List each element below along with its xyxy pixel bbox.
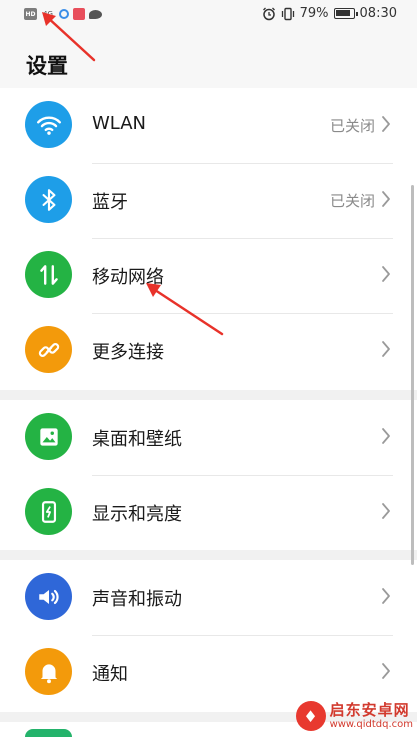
alarm-icon <box>262 7 275 20</box>
settings-item-mobile-network[interactable]: 移动网络 <box>0 238 417 313</box>
settings-item-label: 移动网络 <box>92 267 164 288</box>
watermark-logo-icon: ♦ <box>295 701 326 731</box>
chevron-right-icon <box>382 266 390 282</box>
wallpaper-icon <box>25 413 72 460</box>
watermark-text: 启东安卓网 www.qidtdq.com <box>329 700 413 730</box>
chevron-right-icon <box>382 191 390 207</box>
battery-percent: 79% <box>299 6 329 21</box>
settings-item-home-wallpaper[interactable]: 桌面和壁纸 <box>0 400 417 475</box>
settings-item-bluetooth[interactable]: 蓝牙 已关闭 <box>0 163 417 238</box>
link-icon <box>25 326 72 373</box>
page-title: 设置 <box>26 54 68 78</box>
settings-item-display-brightness[interactable]: 显示和亮度 <box>0 475 417 550</box>
status-icons-left: HD 4G <box>24 8 102 20</box>
signal-icon: 4G <box>43 10 53 18</box>
chevron-right-icon <box>382 663 390 679</box>
watermark-url: www.qidtdq.com <box>329 718 413 730</box>
settings-group-sound-notification: 声音和振动 通知 <box>0 560 417 712</box>
settings-item-more-connections[interactable]: 更多连接 <box>0 313 417 388</box>
app-notification-icon <box>59 9 69 19</box>
display-icon <box>25 488 72 535</box>
next-item-icon <box>25 729 72 737</box>
clock: 08:30 <box>359 6 397 21</box>
page-header: 设置 <box>0 30 417 88</box>
settings-item-status: 已关闭 <box>329 192 375 210</box>
status-icons-right: 79% 08:30 <box>262 6 397 21</box>
wifi-icon <box>25 101 72 148</box>
settings-item-label: 通知 <box>92 664 128 685</box>
settings-item-sound-vibration[interactable]: 声音和振动 <box>0 560 417 635</box>
chevron-right-icon <box>382 503 390 519</box>
app-notification-icon <box>73 8 85 20</box>
settings-item-wlan[interactable]: WLAN 已关闭 <box>0 88 417 163</box>
chat-notification-icon <box>89 9 102 19</box>
settings-item-label: 桌面和壁纸 <box>92 429 182 450</box>
settings-item-label: 显示和亮度 <box>92 504 182 525</box>
settings-group-connectivity: WLAN 已关闭 蓝牙 已关闭 移动网络 更多连接 <box>0 88 417 390</box>
settings-item-status: 已关闭 <box>329 117 375 135</box>
settings-item-label: 更多连接 <box>92 342 164 363</box>
chevron-right-icon <box>382 341 390 357</box>
chevron-right-icon <box>382 588 390 604</box>
chevron-right-icon <box>382 428 390 444</box>
settings-item-label: 蓝牙 <box>92 192 128 213</box>
bluetooth-icon <box>25 176 72 223</box>
watermark-title: 启东安卓网 <box>329 700 410 719</box>
settings-item-label: WLAN <box>92 113 147 134</box>
settings-item-notifications[interactable]: 通知 <box>0 635 417 710</box>
settings-item-label: 声音和振动 <box>92 589 182 610</box>
sound-icon <box>25 573 72 620</box>
chevron-right-icon <box>382 116 390 132</box>
vibrate-icon <box>281 7 294 20</box>
status-bar: HD 4G 79% 08:30 <box>0 0 417 30</box>
watermark: ♦ 启东安卓网 www.qidtdq.com <box>295 700 413 731</box>
notification-icon <box>25 648 72 695</box>
hd-voice-icon: HD <box>24 8 37 20</box>
mobile-data-icon <box>25 251 72 298</box>
scrollbar[interactable] <box>411 185 414 565</box>
settings-group-display: 桌面和壁纸 显示和亮度 <box>0 400 417 550</box>
battery-icon <box>333 8 358 19</box>
